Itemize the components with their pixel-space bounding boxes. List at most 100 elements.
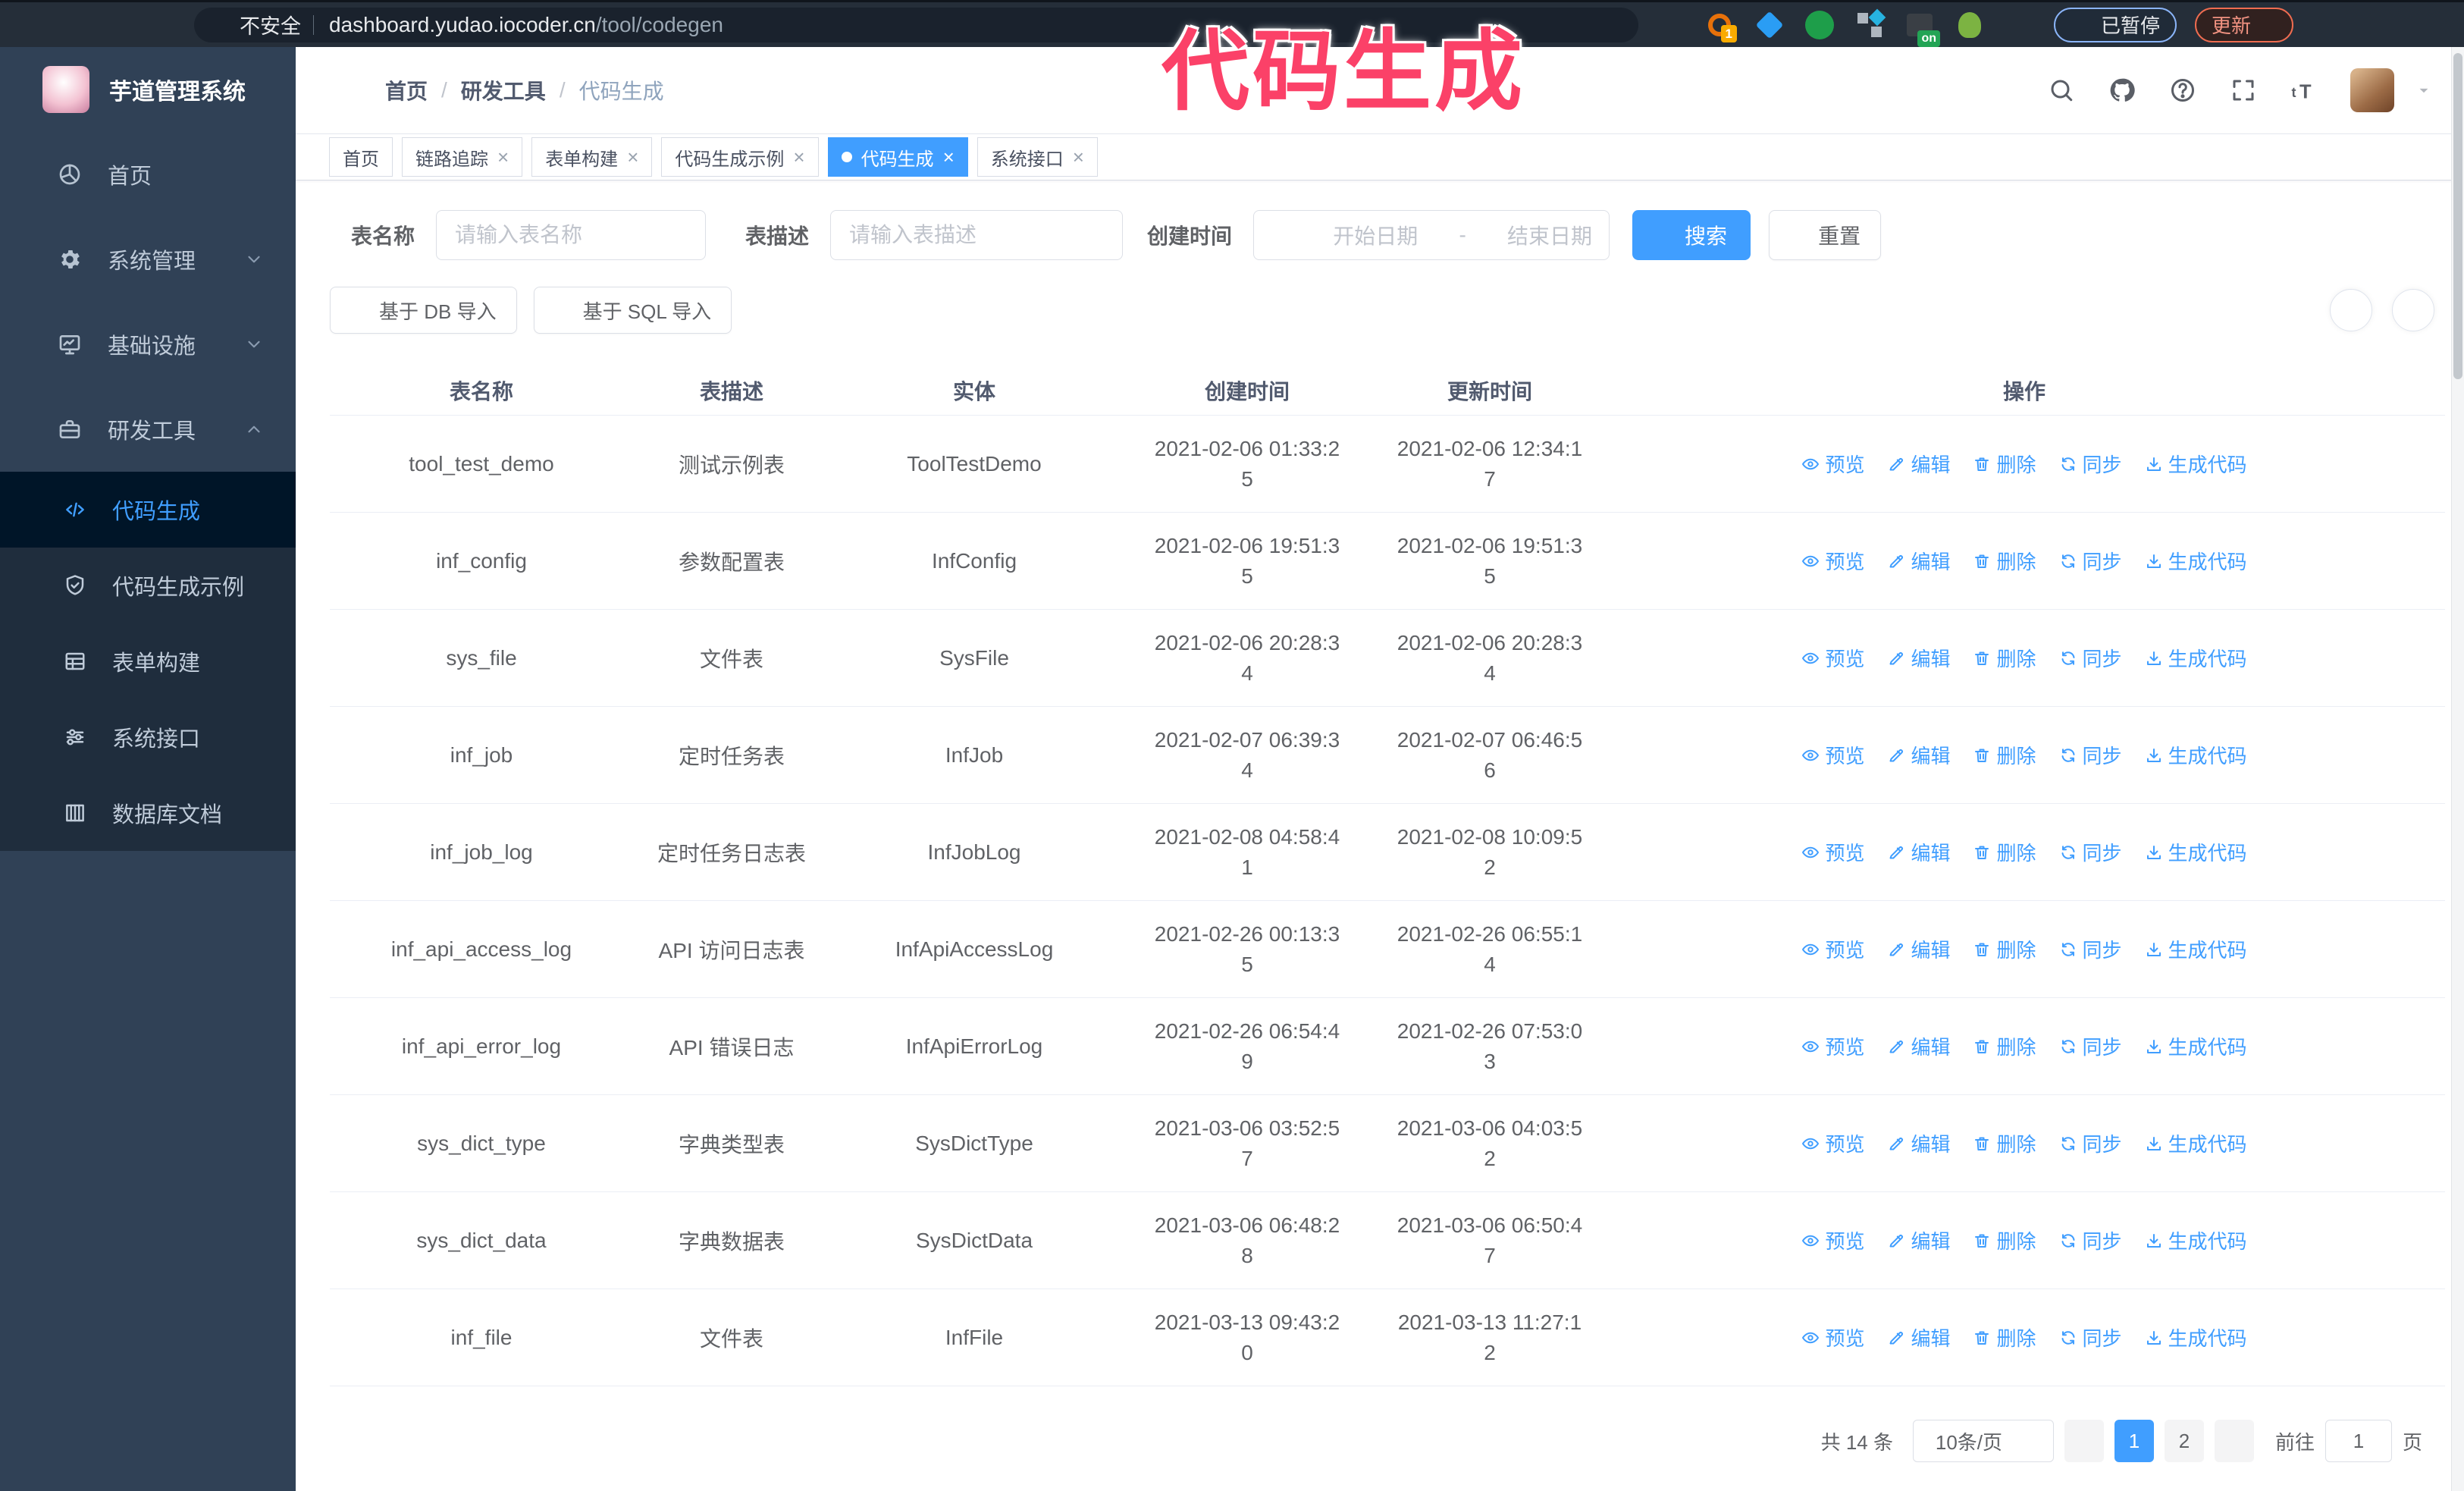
reset-button[interactable]: 重置 [1769,210,1882,260]
browser-forward-button[interactable] [55,8,88,42]
action-edit[interactable]: 编辑 [1887,547,1950,575]
action-sync[interactable]: 同步 [2059,1032,2122,1060]
sidebar-item-system[interactable]: 系统管理 [0,217,296,302]
next-page-button[interactable] [2214,1420,2254,1462]
import-db-button[interactable]: 基于 DB 导入 [330,287,517,334]
sidebar-subitem-codegen[interactable]: 代码生成 [0,472,296,548]
hamburger-icon[interactable] [323,74,356,107]
close-icon[interactable]: × [497,147,509,167]
sidebar-item-infra[interactable]: 基础设施 [0,302,296,387]
action-edit[interactable]: 编辑 [1887,1323,1950,1351]
extension-icon-sprout[interactable] [1954,9,1986,41]
tab-item-2[interactable]: 表单构建 × [531,137,653,177]
action-sync[interactable]: 同步 [2059,935,2122,963]
action-preview[interactable]: 预览 [1801,1129,1864,1157]
action-delete[interactable]: 删除 [1973,1226,2036,1254]
action-sync[interactable]: 同步 [2059,838,2122,866]
bookmark-star-icon[interactable] [1660,12,1685,38]
action-preview[interactable]: 预览 [1801,741,1864,769]
table-desc-input-field[interactable] [848,222,1106,248]
profile-paused-chip[interactable]: 已暂停 [2054,7,2177,42]
action-generate-code[interactable]: 生成代码 [2145,741,2247,769]
action-delete[interactable]: 删除 [1973,450,2036,478]
action-delete[interactable]: 删除 [1973,1129,2036,1157]
action-generate-code[interactable]: 生成代码 [2145,1226,2247,1254]
sidebar-subitem-form-build[interactable]: 表单构建 [0,623,296,699]
sidebar-subitem-system-api[interactable]: 系统接口 [0,699,296,775]
action-generate-code[interactable]: 生成代码 [2145,644,2247,672]
action-edit[interactable]: 编辑 [1887,838,1950,866]
action-generate-code[interactable]: 生成代码 [2145,1129,2247,1157]
action-preview[interactable]: 预览 [1801,838,1864,866]
breadcrumb-item-home[interactable]: 首页 [385,75,428,105]
action-preview[interactable]: 预览 [1801,644,1864,672]
action-sync[interactable]: 同步 [2059,741,2122,769]
action-edit[interactable]: 编辑 [1887,1129,1950,1157]
action-sync[interactable]: 同步 [2059,644,2122,672]
action-generate-code[interactable]: 生成代码 [2145,450,2247,478]
page-button-2[interactable]: 2 [2164,1420,2204,1462]
action-generate-code[interactable]: 生成代码 [2145,1323,2247,1351]
extension-icon-green-check[interactable] [1804,9,1835,41]
tab-item-0[interactable]: 首页 [329,137,393,177]
table-desc-input[interactable] [830,210,1124,260]
browser-update-chip[interactable]: 更新 [2195,7,2294,42]
tab-item-5[interactable]: 系统接口 × [977,137,1098,177]
extensions-puzzle-button[interactable] [2004,9,2036,41]
sidebar-item-devtools[interactable]: 研发工具 [0,387,296,472]
action-delete[interactable]: 删除 [1973,838,2036,866]
action-preview[interactable]: 预览 [1801,935,1864,963]
action-edit[interactable]: 编辑 [1887,1032,1950,1060]
close-icon[interactable]: × [943,147,955,167]
action-sync[interactable]: 同步 [2059,1129,2122,1157]
goto-page-input[interactable] [2324,1420,2392,1462]
action-edit[interactable]: 编辑 [1887,644,1950,672]
refresh-table-button[interactable] [2392,289,2434,331]
action-edit[interactable]: 编辑 [1887,741,1950,769]
extension-icon-orange[interactable]: 1 [1704,9,1737,42]
search-button[interactable]: 搜索 [1632,210,1751,260]
prev-page-button[interactable] [2064,1420,2104,1462]
search-button[interactable] [2047,76,2076,105]
table-name-input[interactable] [436,210,707,260]
browser-home-button[interactable] [140,8,173,42]
action-delete[interactable]: 删除 [1973,741,2036,769]
sidebar-item-home[interactable]: 首页 [0,132,296,217]
tab-item-3[interactable]: 代码生成示例 × [661,137,819,177]
date-range-picker[interactable]: 开始日期 - 结束日期 [1253,210,1610,260]
close-icon[interactable]: × [793,147,804,167]
avatar[interactable] [2350,68,2394,112]
help-button[interactable] [2168,76,2197,105]
action-delete[interactable]: 删除 [1973,1323,2036,1351]
action-preview[interactable]: 预览 [1801,547,1864,575]
action-sync[interactable]: 同步 [2059,1323,2122,1351]
action-delete[interactable]: 删除 [1973,1032,2036,1060]
extension-icon-dark-on[interactable]: on [1904,9,1940,47]
action-sync[interactable]: 同步 [2059,547,2122,575]
action-generate-code[interactable]: 生成代码 [2145,838,2247,866]
action-sync[interactable]: 同步 [2059,1226,2122,1254]
font-size-button[interactable]: tT [2290,76,2318,105]
import-sql-button[interactable]: 基于 SQL 导入 [533,287,732,334]
action-preview[interactable]: 预览 [1801,1032,1864,1060]
page-button-1[interactable]: 1 [2114,1420,2154,1462]
close-icon[interactable]: × [627,147,638,167]
action-delete[interactable]: 删除 [1973,644,2036,672]
sidebar-subitem-codegen-example[interactable]: 代码生成示例 [0,548,296,623]
action-delete[interactable]: 删除 [1973,935,2036,963]
close-icon[interactable]: × [1073,147,1084,167]
tab-item-1[interactable]: 链路追踪 × [402,137,523,177]
action-preview[interactable]: 预览 [1801,1323,1864,1351]
action-preview[interactable]: 预览 [1801,450,1864,478]
page-size-select[interactable]: 10条/页 [1912,1420,2054,1462]
browser-back-button[interactable] [12,8,45,42]
action-sync[interactable]: 同步 [2059,450,2122,478]
github-button[interactable] [2108,76,2136,105]
action-delete[interactable]: 删除 [1973,547,2036,575]
table-name-input-field[interactable] [453,222,689,248]
action-generate-code[interactable]: 生成代码 [2145,547,2247,575]
extension-icon-grid[interactable] [1854,9,1886,41]
sidebar-subitem-db-doc[interactable]: 数据库文档 [0,775,296,851]
action-generate-code[interactable]: 生成代码 [2145,1032,2247,1060]
action-edit[interactable]: 编辑 [1887,935,1950,963]
